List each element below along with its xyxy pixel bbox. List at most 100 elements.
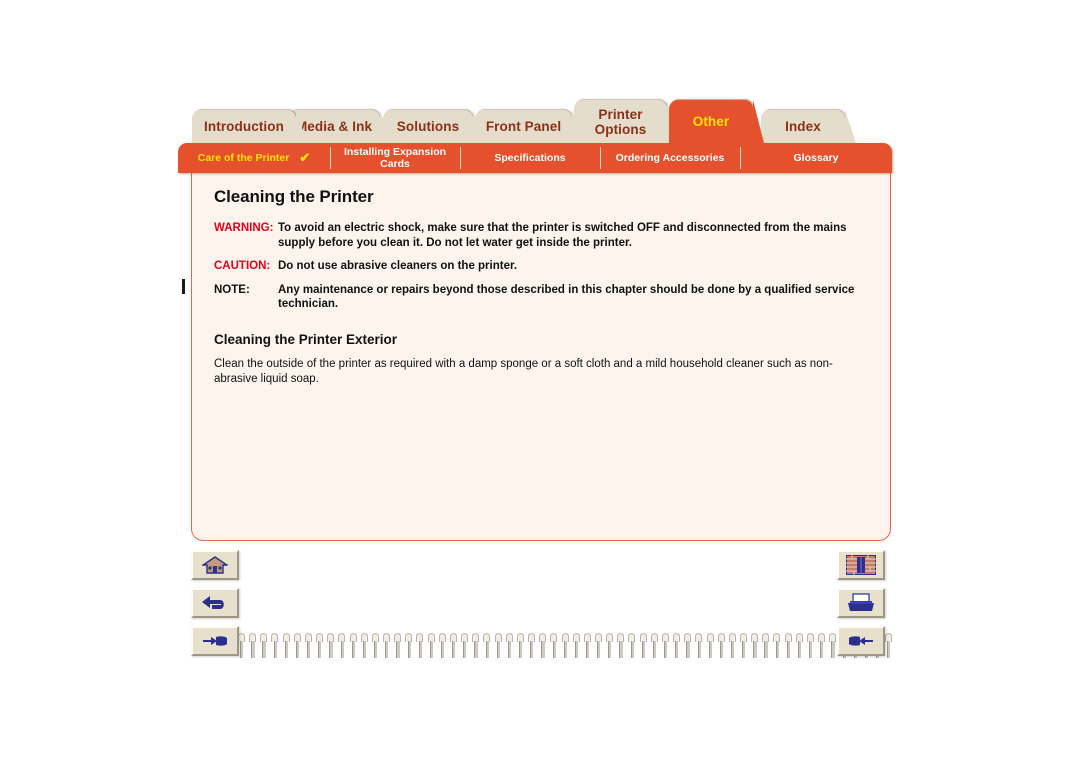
spiral-ring bbox=[728, 633, 736, 659]
spiral-ring bbox=[773, 633, 781, 659]
spiral-ring bbox=[885, 633, 892, 659]
spiral-ring bbox=[818, 633, 826, 659]
spiral-ring bbox=[472, 633, 480, 659]
sub-tab-ordering-accessories[interactable]: Ordering Accessories bbox=[600, 143, 740, 173]
spiral-ring bbox=[282, 633, 290, 659]
main-tab-other[interactable]: Other bbox=[669, 100, 764, 143]
spiral-ring bbox=[695, 633, 703, 659]
spiral-ring bbox=[416, 633, 424, 659]
spiral-ring bbox=[528, 633, 536, 659]
admonition-tag: CAUTION: bbox=[214, 260, 271, 272]
page-content: Cleaning the Printer WARNING: To avoid an… bbox=[182, 171, 891, 541]
main-tab-printer-options[interactable]: Printer Options bbox=[574, 100, 678, 143]
spiral-ring bbox=[349, 633, 357, 659]
spiral-ring bbox=[572, 633, 580, 659]
main-tab-front-panel[interactable]: Front Panel bbox=[475, 110, 583, 143]
spiral-ring bbox=[829, 633, 837, 659]
spiral-ring bbox=[271, 633, 279, 659]
main-tab-index[interactable]: Index bbox=[761, 110, 856, 143]
main-tab-label: Front Panel bbox=[485, 118, 562, 134]
spiral-ring bbox=[628, 633, 636, 659]
page-title: Cleaning the Printer bbox=[214, 187, 374, 206]
spiral-ring bbox=[795, 633, 803, 659]
admonition-tag: NOTE: bbox=[214, 283, 250, 296]
main-tab-solutions[interactable]: Solutions bbox=[383, 110, 484, 143]
spiral-ring bbox=[483, 633, 491, 659]
main-tab-label: Media & Ink bbox=[295, 118, 373, 134]
spiral-ring bbox=[661, 633, 669, 659]
spiral-ring bbox=[550, 633, 558, 659]
sub-tab-bar: Care of the Printer ✔ Installing Expansion… bbox=[178, 143, 892, 173]
back-arrow-icon bbox=[202, 595, 224, 609]
main-tab-introduction[interactable]: Introduction bbox=[192, 110, 307, 143]
spiral-ring bbox=[539, 633, 547, 659]
spiral-ring bbox=[806, 633, 814, 659]
spiral-ring bbox=[316, 633, 324, 659]
spiral-ring bbox=[751, 633, 759, 659]
spiral-ring bbox=[505, 633, 513, 659]
spiral-ring bbox=[238, 633, 245, 659]
spiral-ring bbox=[717, 633, 725, 659]
spiral-ring bbox=[394, 633, 402, 659]
spiral-ring bbox=[739, 633, 747, 659]
spiral-ring bbox=[249, 633, 257, 659]
admonition-caution: CAUTION: Do not use abrasive cleaners on … bbox=[214, 259, 868, 274]
spiral-ring bbox=[405, 633, 413, 659]
spiral-ring bbox=[617, 633, 625, 659]
back-button[interactable] bbox=[191, 588, 239, 618]
spiral-ring bbox=[327, 633, 335, 659]
home-icon bbox=[202, 556, 228, 574]
sub-tab-glossary[interactable]: Glossary bbox=[740, 143, 892, 173]
main-tab-label: Index bbox=[785, 118, 821, 134]
main-tab-label: Introduction bbox=[204, 118, 284, 134]
sub-tab-care-of-the-printer[interactable]: Care of the Printer ✔ bbox=[178, 143, 330, 173]
spiral-ring bbox=[383, 633, 391, 659]
admonition-warning: WARNING: To avoid an electric shock, make… bbox=[214, 221, 868, 250]
sub-tab-label: Specifications bbox=[494, 152, 566, 164]
pointing-hand-right-icon bbox=[849, 636, 873, 646]
sub-tab-label: Care of the Printer bbox=[197, 152, 290, 164]
spiral-ring bbox=[494, 633, 502, 659]
admonition-text: Do not use abrasive cleaners on the prin… bbox=[278, 260, 518, 272]
spiral-ring bbox=[449, 633, 457, 659]
spiral-binding bbox=[238, 633, 893, 663]
home-button[interactable] bbox=[191, 550, 239, 580]
admonition-text: To avoid an electric shock, make sure th… bbox=[278, 222, 847, 249]
next-page-button-left[interactable] bbox=[191, 626, 239, 656]
sub-tab-label: Installing Expansion Cards bbox=[343, 146, 447, 170]
section-heading: Cleaning the Printer Exterior bbox=[214, 331, 398, 347]
spiral-ring bbox=[304, 633, 312, 659]
spiral-ring bbox=[438, 633, 446, 659]
admonition-tag: WARNING: bbox=[214, 222, 274, 234]
spiral-ring bbox=[338, 633, 346, 659]
manual-frame: Introduction Media & Ink Solutions Front Pa… bbox=[178, 95, 898, 670]
spiral-ring bbox=[561, 633, 569, 659]
spiral-ring bbox=[360, 633, 368, 659]
spiral-ring bbox=[784, 633, 792, 659]
sub-tab-specifications[interactable]: Specifications bbox=[460, 143, 600, 173]
spiral-ring bbox=[762, 633, 770, 659]
change-bar-mark bbox=[182, 279, 185, 294]
admonition-note: NOTE: Any maintenance or repairs beyond t… bbox=[214, 283, 868, 312]
spiral-ring bbox=[260, 633, 268, 659]
sub-tab-installing-expansion-cards[interactable]: Installing Expansion Cards bbox=[330, 143, 460, 173]
spiral-ring bbox=[516, 633, 524, 659]
spiral-ring bbox=[650, 633, 658, 659]
index-button[interactable] bbox=[837, 550, 885, 580]
spiral-ring bbox=[583, 633, 591, 659]
bookshelf-index-icon bbox=[846, 555, 876, 575]
next-page-button-right[interactable] bbox=[837, 626, 885, 656]
spiral-ring bbox=[427, 633, 435, 659]
printer-icon bbox=[848, 593, 874, 611]
spiral-ring bbox=[293, 633, 301, 659]
spiral-ring bbox=[706, 633, 714, 659]
sub-tab-check-icon: ✔ bbox=[299, 150, 311, 165]
main-tab-label: Other bbox=[692, 113, 730, 129]
main-tab-label: Solutions bbox=[396, 118, 460, 134]
section-body-text: Clean the outside of the printer as requ… bbox=[214, 357, 833, 385]
print-button[interactable] bbox=[837, 588, 885, 618]
spiral-ring bbox=[371, 633, 379, 659]
main-tab-bar: Introduction Media & Ink Solutions Front Pa… bbox=[178, 95, 898, 143]
spiral-ring bbox=[606, 633, 614, 659]
sub-tab-label: Glossary bbox=[793, 152, 839, 164]
